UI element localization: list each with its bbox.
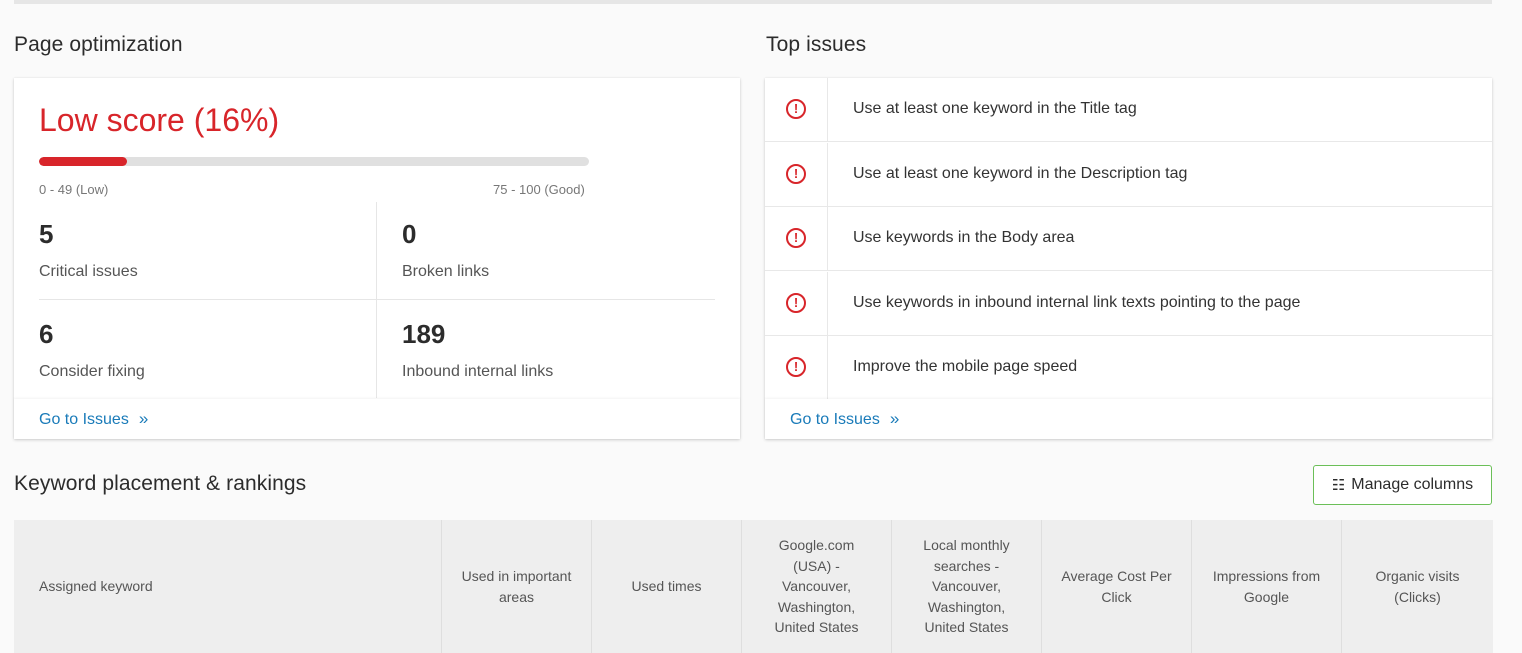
column-header-organic-visits[interactable]: Organic visits (Clicks) [1342, 520, 1493, 653]
issue-text: Use at least one keyword in the Descript… [853, 165, 1188, 182]
keyword-rankings-title: Keyword placement & rankings [14, 472, 307, 495]
top-divider-bar [14, 0, 1492, 4]
issue-text: Use keywords in inbound internal link te… [853, 294, 1301, 311]
issue-text: Improve the mobile page speed [853, 358, 1078, 375]
stat-value: 6 [39, 319, 54, 349]
issue-row[interactable]: ! Use at least one keyword in the Title … [765, 78, 1492, 142]
issue-row[interactable]: ! Improve the mobile page speed [765, 336, 1492, 400]
score-progress-fill [39, 157, 127, 166]
chevron-double-right-icon: » [138, 409, 149, 428]
alert-circle-icon: ! [786, 293, 806, 313]
stat-label: Consider fixing [39, 363, 145, 380]
top-issues-footer: Go to Issues » [765, 399, 1492, 439]
score-progress-bar [39, 157, 589, 166]
stat-label: Critical issues [39, 263, 138, 280]
issue-icon-cell: ! [765, 336, 828, 400]
page-optimization-title: Page optimization [14, 33, 183, 56]
stat-inbound-internal-links[interactable]: 189 Inbound internal links [402, 319, 553, 381]
stat-broken-links[interactable]: 0 Broken links [402, 219, 489, 281]
top-issues-title: Top issues [766, 33, 867, 56]
issue-row[interactable]: ! Use keywords in inbound internal link … [765, 272, 1492, 336]
issue-row[interactable]: ! Use at least one keyword in the Descri… [765, 143, 1492, 207]
issue-row[interactable]: ! Use keywords in the Body area [765, 207, 1492, 271]
manage-columns-button[interactable]: ☷ Manage columns [1313, 465, 1492, 505]
stat-critical-issues[interactable]: 5 Critical issues [39, 219, 138, 281]
column-header-used-in-important-areas[interactable]: Used in important areas [442, 520, 592, 653]
range-low-label: 0 - 49 (Low) [39, 182, 109, 197]
stat-consider-fixing[interactable]: 6 Consider fixing [39, 319, 145, 381]
stat-label: Broken links [402, 263, 490, 280]
chevron-double-right-icon: » [889, 409, 900, 428]
alert-circle-icon: ! [786, 228, 806, 248]
page-optimization-footer: Go to Issues » [14, 399, 740, 439]
column-header-assigned-keyword[interactable]: Assigned keyword [14, 520, 442, 653]
column-header-used-times[interactable]: Used times [592, 520, 742, 653]
go-to-issues-link[interactable]: Go to Issues » [39, 409, 148, 429]
column-header-google-ranking[interactable]: Google.com (USA) - Vancouver, Washington… [742, 520, 892, 653]
top-issues-card: ! Use at least one keyword in the Title … [765, 78, 1492, 439]
alert-circle-icon: ! [786, 357, 806, 377]
stat-label: Inbound internal links [402, 363, 554, 380]
keyword-table-header: Assigned keyword Used in important areas… [14, 520, 1493, 653]
go-to-issues-label: Go to Issues [39, 411, 129, 428]
stat-value: 0 [402, 219, 417, 249]
range-good-label: 75 - 100 (Good) [493, 182, 585, 197]
go-to-issues-link[interactable]: Go to Issues » [790, 409, 899, 429]
stats-vertical-divider [376, 202, 377, 398]
column-header-local-monthly-searches[interactable]: Local monthly searches - Vancouver, Wash… [892, 520, 1042, 653]
score-label: Low score (16%) [39, 102, 280, 138]
alert-circle-icon: ! [786, 99, 806, 119]
alert-circle-icon: ! [786, 164, 806, 184]
column-header-average-cpc[interactable]: Average Cost Per Click [1042, 520, 1192, 653]
manage-columns-label: Manage columns [1351, 476, 1474, 493]
issue-text: Use at least one keyword in the Title ta… [853, 100, 1137, 117]
page-optimization-card: Low score (16%) 0 - 49 (Low) 75 - 100 (G… [14, 78, 740, 439]
columns-list-icon: ☷ [1331, 477, 1346, 494]
issue-icon-cell: ! [765, 78, 828, 141]
stat-value: 189 [402, 319, 446, 349]
issue-icon-cell: ! [765, 207, 828, 270]
issue-text: Use keywords in the Body area [853, 229, 1075, 246]
stats-horizontal-divider [39, 299, 715, 300]
stat-value: 5 [39, 219, 54, 249]
go-to-issues-label: Go to Issues [790, 411, 880, 428]
column-header-impressions[interactable]: Impressions from Google [1192, 520, 1342, 653]
issue-icon-cell: ! [765, 272, 828, 335]
issue-icon-cell: ! [765, 143, 828, 206]
